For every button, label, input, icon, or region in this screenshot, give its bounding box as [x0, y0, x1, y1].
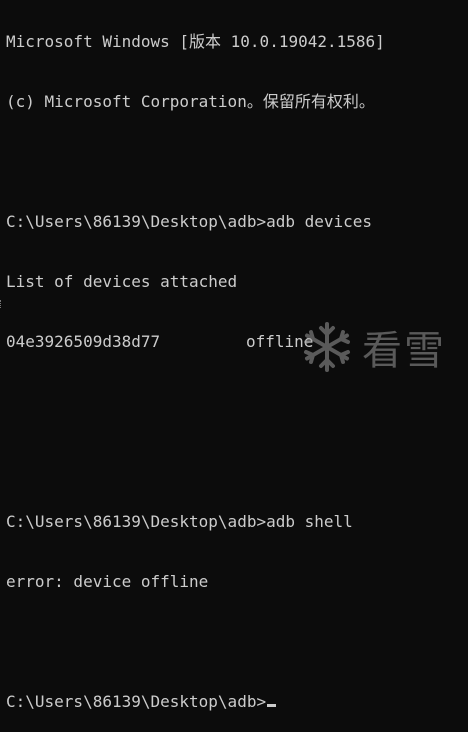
- devices-list-header: List of devices attached: [6, 272, 238, 291]
- device-serial: 04e3926509d38d77: [6, 332, 161, 351]
- watermark-text: 看雪: [362, 328, 446, 374]
- command-line-shell: C:\Users\86139\Desktop\adb>adb shell: [6, 512, 353, 531]
- prompt-line[interactable]: C:\Users\86139\Desktop\adb>: [6, 692, 462, 712]
- copyright-line: (c) Microsoft Corporation。保留所有权利。: [6, 92, 375, 111]
- text-cursor: [267, 704, 277, 707]
- watermark: 看雪: [300, 318, 446, 376]
- prompt-text: C:\Users\86139\Desktop\adb>: [6, 692, 267, 711]
- edge-marker: [0, 300, 3, 308]
- command-line-devices: C:\Users\86139\Desktop\adb>adb devices: [6, 212, 373, 231]
- error-line: error: device offline: [6, 572, 209, 591]
- version-line: Microsoft Windows [版本 10.0.19042.1586]: [6, 32, 385, 51]
- snowflake-icon: [304, 322, 350, 372]
